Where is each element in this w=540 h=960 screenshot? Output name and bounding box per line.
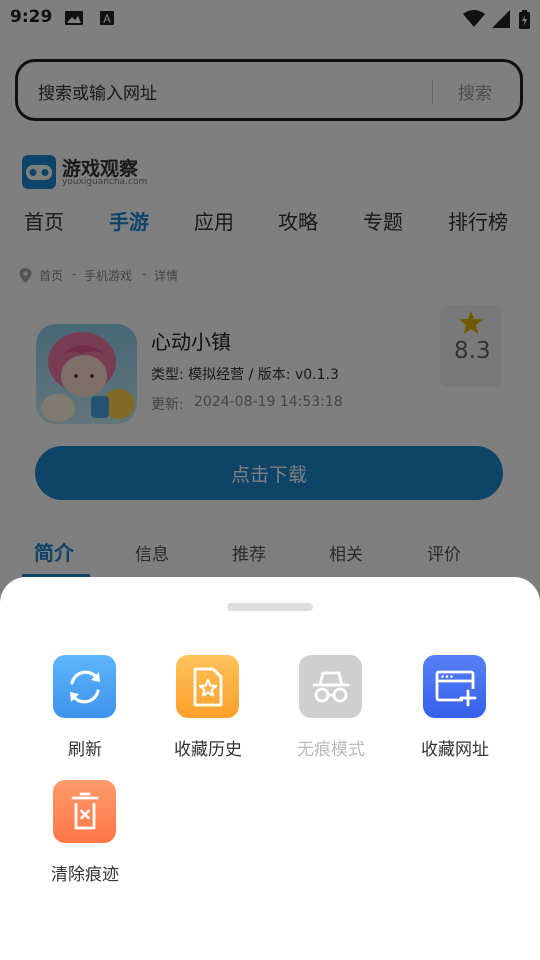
- add-bookmark-button[interactable]: 收藏网址: [405, 655, 505, 765]
- clear-traces-button[interactable]: 清除痕迹: [35, 780, 135, 890]
- trash-icon: [53, 780, 116, 843]
- add-bookmark-icon: [423, 655, 486, 718]
- clear-traces-label: 清除痕迹: [51, 865, 119, 885]
- refresh-button[interactable]: 刷新: [35, 655, 135, 765]
- sheet-drag-handle[interactable]: [227, 603, 313, 611]
- star-document-icon: [176, 655, 239, 718]
- bottom-sheet-menu: 刷新 收藏历史 无痕模式 收藏网址 清除痕迹: [0, 577, 540, 960]
- bookmark-history-label: 收藏历史: [174, 740, 242, 760]
- add-bookmark-label: 收藏网址: [421, 740, 489, 760]
- incognito-mode-button[interactable]: 无痕模式: [281, 655, 381, 765]
- refresh-label: 刷新: [68, 740, 102, 760]
- refresh-icon: [53, 655, 116, 718]
- bookmark-history-button[interactable]: 收藏历史: [158, 655, 258, 765]
- incognito-icon: [299, 655, 362, 718]
- incognito-mode-label: 无痕模式: [297, 740, 365, 760]
